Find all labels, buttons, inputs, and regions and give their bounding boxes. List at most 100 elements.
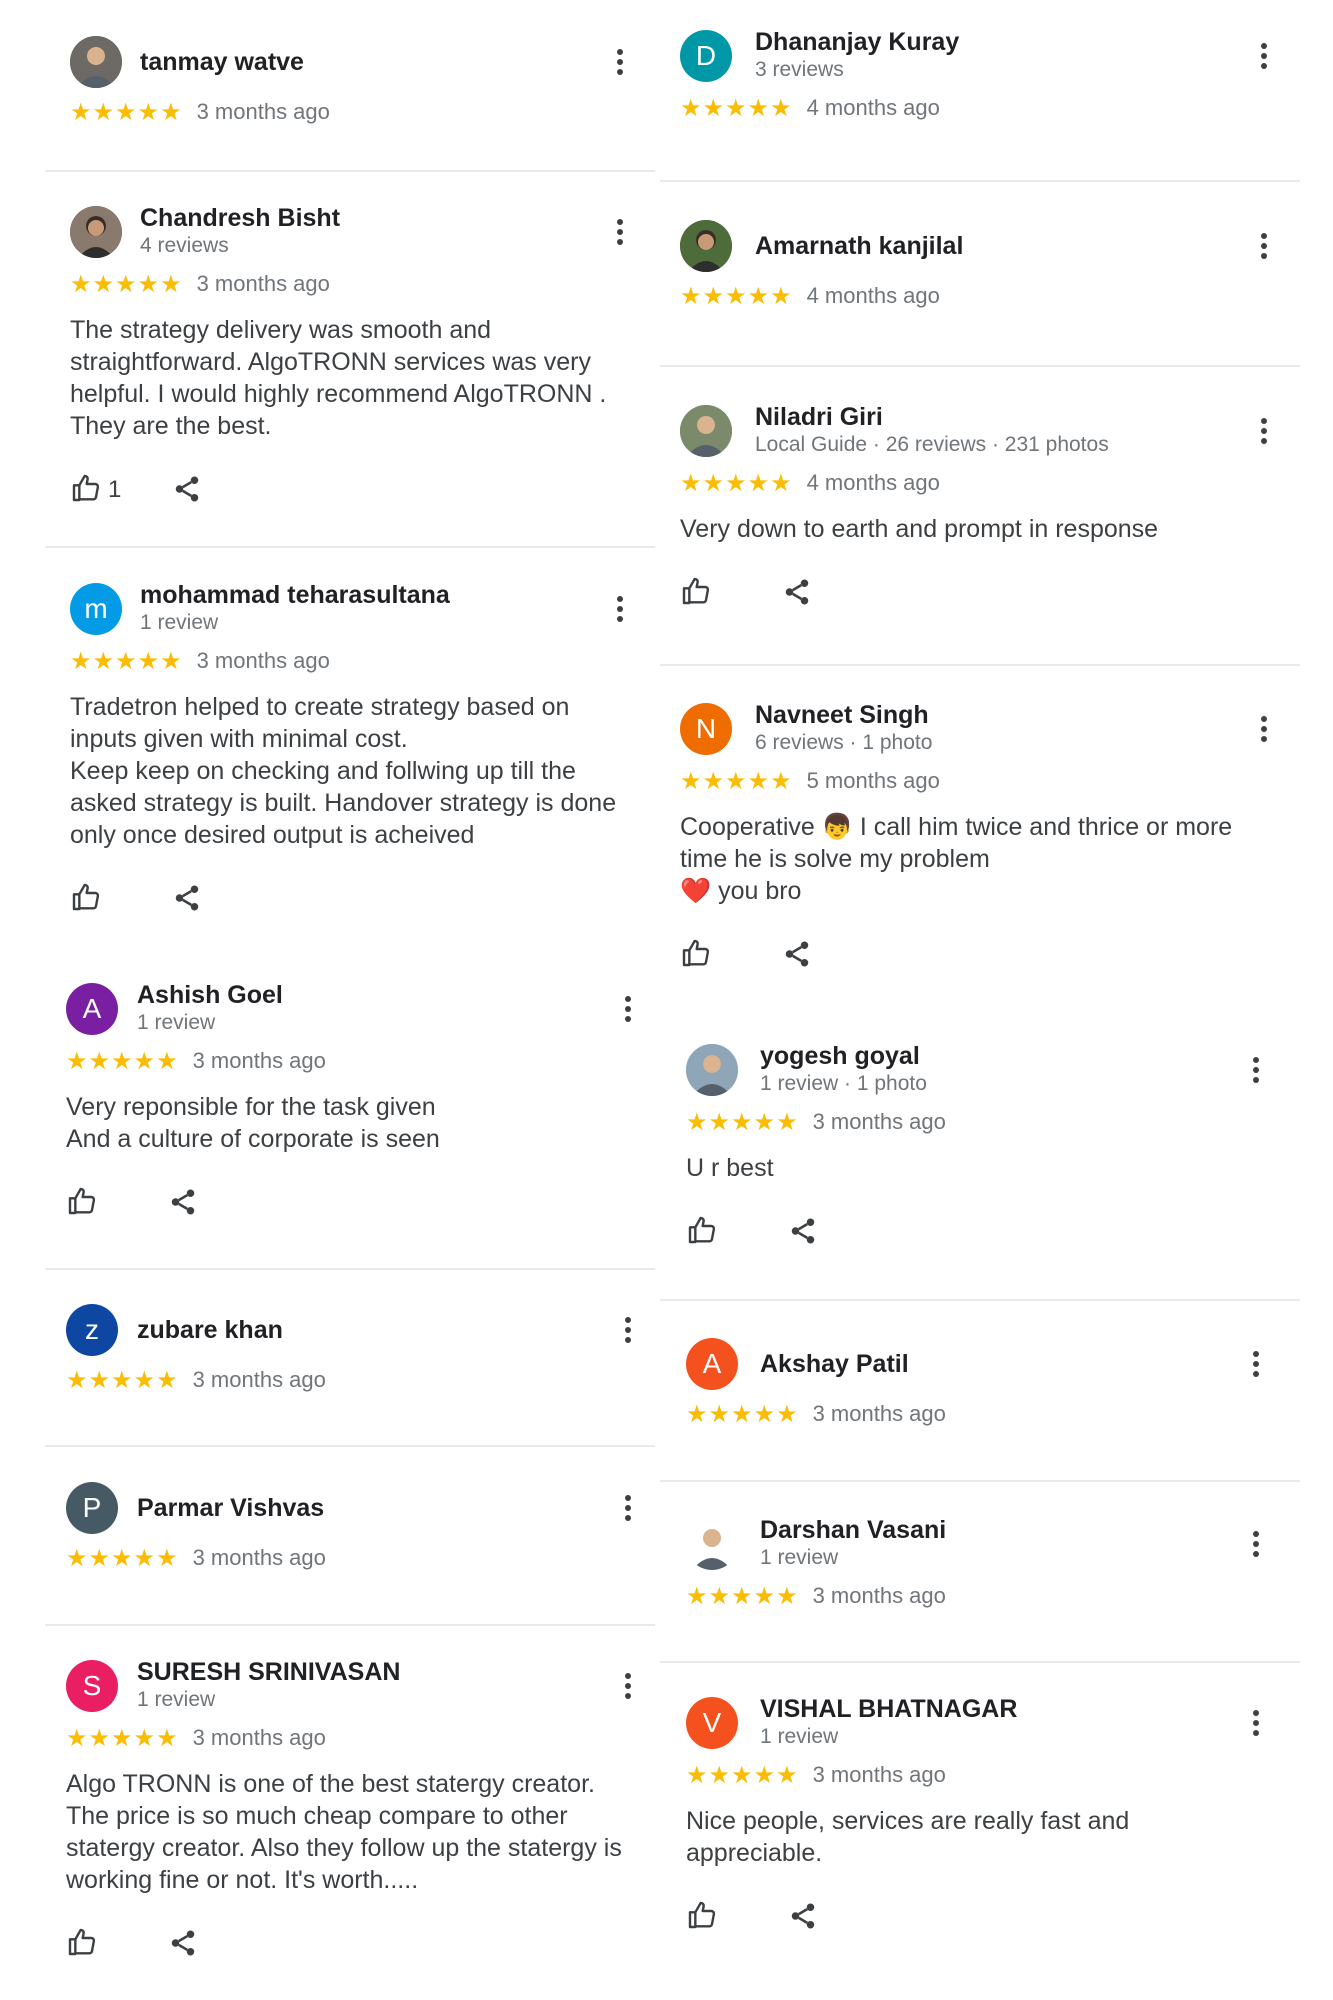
like-button[interactable] <box>686 1899 718 1936</box>
more-vert-icon[interactable] <box>614 991 642 1027</box>
reviewer-name[interactable]: Dhananjay Kuray <box>755 28 959 57</box>
reviewer-name[interactable]: Navneet Singh <box>755 701 929 730</box>
reviewer-stats: 3 reviews <box>755 58 844 81</box>
reviewer-name[interactable]: Ashish Goel <box>137 981 283 1010</box>
more-vert-icon[interactable] <box>614 1312 642 1348</box>
like-button[interactable] <box>66 1185 98 1222</box>
star-rating: ★★★★★ <box>680 94 793 122</box>
review-actions <box>686 1214 886 1250</box>
review-text: Very down to earth and prompt in respons… <box>680 513 1280 545</box>
review-text-line: statergy creator. Also they follow up th… <box>66 1834 622 1862</box>
more-vert-icon[interactable] <box>1242 1346 1270 1382</box>
reviewer-avatar[interactable] <box>680 405 732 457</box>
review-time: 4 months ago <box>806 283 940 308</box>
reviewer-avatar[interactable]: m <box>70 583 122 635</box>
reviewer-avatar[interactable] <box>686 1518 738 1570</box>
reviewer-name[interactable]: Niladri Giri <box>755 403 883 432</box>
avatar-letter: z <box>85 1314 99 1345</box>
more-vert-icon[interactable] <box>606 214 634 250</box>
reviewer-stats: 6 reviews · 1 photo <box>755 731 933 754</box>
reviewer-avatar[interactable]: z <box>66 1304 118 1356</box>
review-text-line: helpful. I would highly recommend AlgoTR… <box>70 380 607 408</box>
rating-row: ★★★★★ 3 months ago <box>66 1724 326 1752</box>
share-button[interactable] <box>172 474 202 509</box>
reviewer-avatar[interactable] <box>686 1044 738 1096</box>
star-rating: ★★★★★ <box>70 270 183 298</box>
review-actions <box>680 575 880 611</box>
reviewer-name[interactable]: Darshan Vasani <box>760 1516 946 1545</box>
reviewer-avatar[interactable]: D <box>680 30 732 82</box>
reviewer-stats: 1 review <box>137 1011 216 1034</box>
reviewer-name[interactable]: mohammad teharasultana <box>140 581 450 610</box>
reviewer-avatar[interactable]: V <box>686 1697 738 1749</box>
thumbs-up-icon <box>686 1214 718 1251</box>
more-vert-icon[interactable] <box>1242 1052 1270 1088</box>
review-time: 3 months ago <box>192 1048 326 1073</box>
thumbs-up-icon <box>66 1185 98 1222</box>
like-button[interactable] <box>686 1214 718 1251</box>
reviewer-name[interactable]: SURESH SRINIVASAN <box>137 1658 400 1687</box>
reviewer-stats: Local Guide · 26 reviews · 231 photos <box>755 433 1109 456</box>
more-vert-icon[interactable] <box>606 44 634 80</box>
reviewer-name[interactable]: Amarnath kanjilal <box>755 232 963 261</box>
more-vert-icon[interactable] <box>1250 711 1278 747</box>
more-vert-icon[interactable] <box>1242 1526 1270 1562</box>
review-text-line: Tradetron helped to create strategy base… <box>70 693 570 721</box>
reviewer-name[interactable]: yogesh goyal <box>760 1042 920 1071</box>
reviewer-name[interactable]: Chandresh Bisht <box>140 204 340 233</box>
more-vert-icon[interactable] <box>606 591 634 627</box>
star-rating: ★★★★★ <box>680 282 793 310</box>
reviewer-stats: 1 review <box>137 1688 216 1711</box>
more-vert-icon[interactable] <box>1250 413 1278 449</box>
reviewer-stats: 1 review <box>760 1546 839 1569</box>
avatar-letter: N <box>695 713 717 744</box>
thumbs-up-icon <box>66 1926 98 1963</box>
star-rating: ★★★★★ <box>680 767 793 795</box>
star-rating: ★★★★★ <box>66 1544 179 1572</box>
rating-row: ★★★★★ 3 months ago <box>686 1582 946 1610</box>
reviewer-name[interactable]: zubare khan <box>137 1316 283 1345</box>
rating-row: ★★★★★ 3 months ago <box>70 98 330 126</box>
share-button[interactable] <box>788 1901 818 1936</box>
reviewer-name[interactable]: VISHAL BHATNAGAR <box>760 1695 1017 1724</box>
share-button[interactable] <box>782 939 812 974</box>
review-time: 3 months ago <box>196 99 330 124</box>
share-button[interactable] <box>168 1187 198 1222</box>
reviewer-avatar[interactable]: A <box>686 1338 738 1390</box>
more-vert-icon[interactable] <box>614 1668 642 1704</box>
reviewer-avatar[interactable]: S <box>66 1660 118 1712</box>
reviewer-name[interactable]: tanmay watve <box>140 48 304 77</box>
review-text-line: The strategy delivery was smooth and <box>70 316 492 344</box>
review-text-line: inputs given with minimal cost. <box>70 725 408 753</box>
share-button[interactable] <box>172 883 202 918</box>
reviewer-avatar[interactable]: P <box>66 1482 118 1534</box>
more-vert-icon[interactable] <box>1250 228 1278 264</box>
review-actions <box>66 1185 266 1221</box>
like-button[interactable] <box>66 1926 98 1963</box>
share-icon <box>788 1903 818 1935</box>
more-vert-icon[interactable] <box>1242 1705 1270 1741</box>
like-button[interactable] <box>680 937 712 974</box>
review-text-line: U r best <box>686 1154 774 1182</box>
reviewer-name[interactable]: Akshay Patil <box>760 1350 909 1379</box>
like-button[interactable]: 1 <box>70 472 121 509</box>
share-button[interactable] <box>168 1928 198 1963</box>
like-button[interactable] <box>680 575 712 612</box>
reviewer-avatar[interactable]: A <box>66 983 118 1035</box>
review-text-line: Nice people, services are really fast an… <box>686 1807 1130 1835</box>
reviewer-name[interactable]: Parmar Vishvas <box>137 1494 324 1523</box>
review-time: 3 months ago <box>192 1725 326 1750</box>
reviewer-avatar[interactable] <box>70 36 122 88</box>
review-time: 3 months ago <box>196 648 330 673</box>
rating-row: ★★★★★ 3 months ago <box>686 1400 946 1428</box>
more-vert-icon[interactable] <box>1250 38 1278 74</box>
reviewer-avatar[interactable] <box>680 220 732 272</box>
more-vert-icon[interactable] <box>614 1490 642 1526</box>
reviewer-avatar[interactable]: N <box>680 703 732 755</box>
reviewer-avatar[interactable] <box>70 206 122 258</box>
share-button[interactable] <box>788 1216 818 1251</box>
share-button[interactable] <box>782 577 812 612</box>
rating-row: ★★★★★ 3 months ago <box>70 270 330 298</box>
like-button[interactable] <box>70 881 102 918</box>
star-rating: ★★★★★ <box>66 1047 179 1075</box>
